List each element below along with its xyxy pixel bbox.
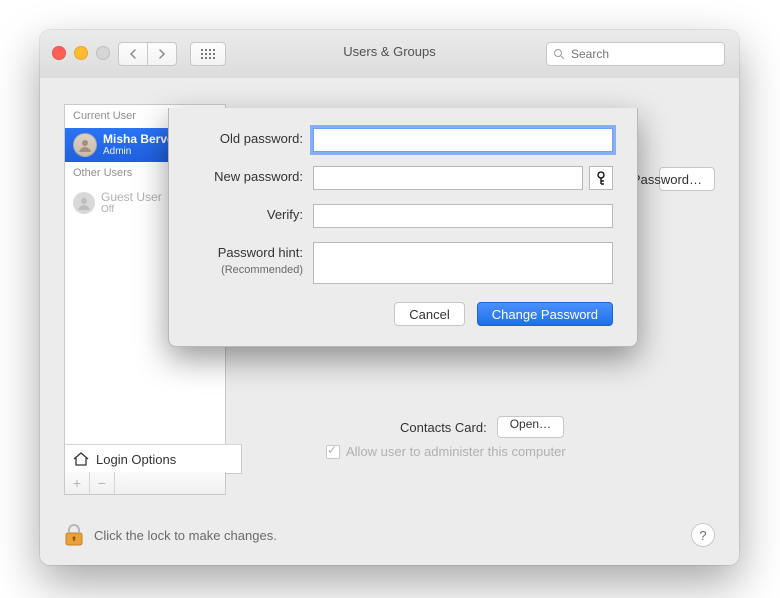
search-input[interactable]: [569, 46, 728, 62]
login-options-button[interactable]: Login Options: [64, 444, 242, 474]
footer: Click the lock to make changes. ?: [64, 523, 715, 547]
remove-user-button[interactable]: −: [90, 472, 115, 494]
login-options-label: Login Options: [96, 452, 176, 467]
house-icon: [73, 452, 89, 466]
help-button[interactable]: ?: [691, 523, 715, 547]
preferences-window: Users & Groups Current User Misha Berve …: [40, 30, 739, 565]
contacts-row: Contacts Card: Open…: [400, 416, 564, 438]
lock-hint: Click the lock to make changes.: [94, 528, 277, 543]
guest-name: Guest User: [101, 191, 162, 204]
hint-label-sub: (Recommended): [193, 264, 303, 276]
key-icon: [595, 171, 607, 185]
search-icon: [553, 48, 565, 60]
titlebar: Users & Groups: [40, 30, 739, 79]
avatar: [73, 133, 97, 157]
password-hint-input[interactable]: [313, 242, 613, 284]
add-remove-users: + −: [64, 472, 226, 495]
contacts-label: Contacts Card:: [400, 420, 487, 435]
allow-admin-row: Allow user to administer this computer: [326, 444, 566, 459]
old-password-label: Old password:: [193, 128, 313, 150]
new-password-input[interactable]: [313, 166, 583, 190]
add-user-button[interactable]: +: [65, 472, 90, 494]
verify-label: Verify:: [193, 204, 313, 226]
allow-admin-checkbox[interactable]: [326, 445, 340, 459]
change-pw-trailing: Password…: [632, 172, 702, 187]
current-user-role: Admin: [103, 146, 174, 157]
submit-change-password-button[interactable]: Change Password: [477, 302, 613, 326]
change-password-sheet: Old password: New password: Verify:: [168, 108, 638, 347]
allow-admin-label: Allow user to administer this computer: [346, 444, 566, 459]
new-password-label: New password:: [193, 166, 313, 188]
change-password-button[interactable]: Password…: [659, 167, 715, 191]
password-assistant-button[interactable]: [589, 166, 613, 190]
body: Current User Misha Berve Admin Other Use…: [40, 78, 739, 565]
search-field[interactable]: [546, 42, 725, 66]
guest-avatar-icon: [73, 192, 95, 214]
current-user-name: Misha Berve: [103, 133, 174, 146]
cancel-button[interactable]: Cancel: [394, 302, 464, 326]
open-contacts-button[interactable]: Open…: [497, 416, 564, 438]
guest-status: Off: [101, 204, 162, 215]
hint-label: Password hint: (Recommended): [193, 242, 313, 276]
verify-password-input[interactable]: [313, 204, 613, 228]
lock-icon[interactable]: [64, 523, 84, 547]
old-password-input[interactable]: [313, 128, 613, 152]
